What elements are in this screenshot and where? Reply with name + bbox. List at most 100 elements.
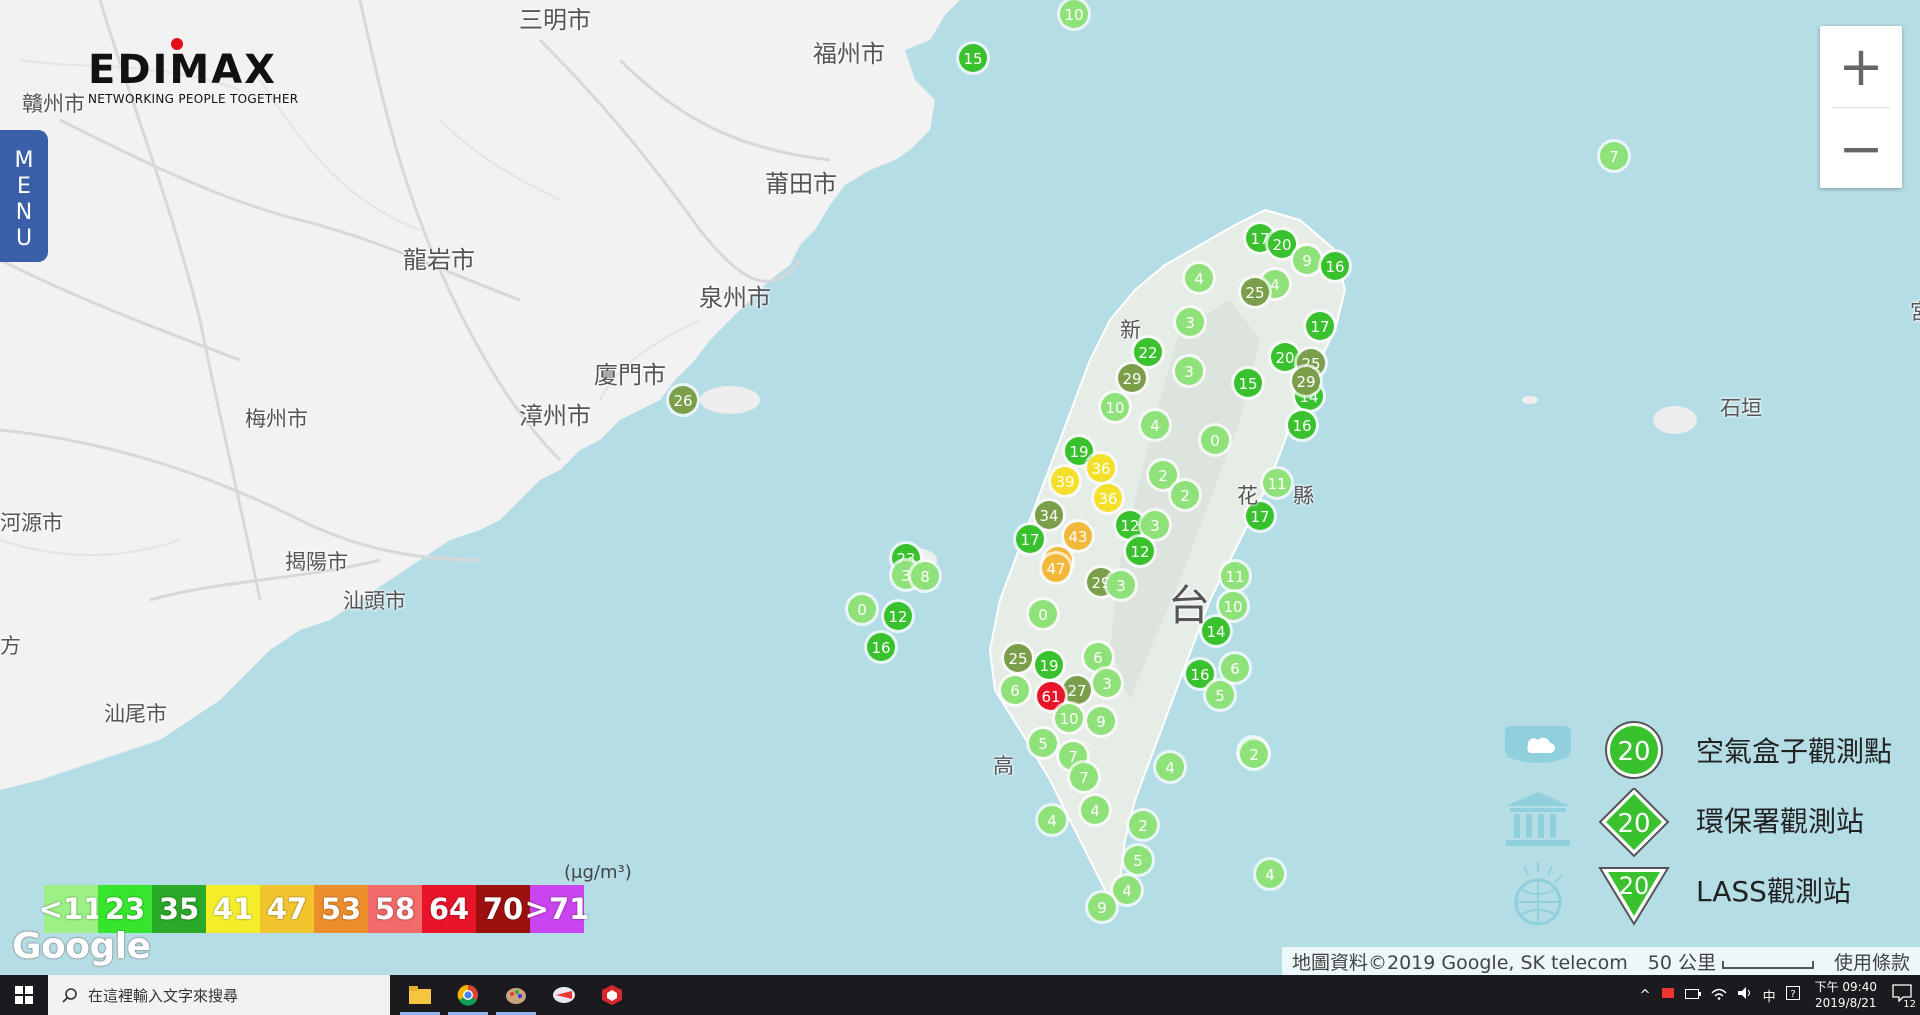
chrome-app[interactable] [444,975,492,1015]
pm25-marker[interactable]: 4 [1078,793,1112,827]
pm25-marker-value: 9 [1096,713,1106,731]
city-label: 三明市 [519,6,591,34]
pm25-marker[interactable]: 11 [1260,466,1294,500]
pm25-marker[interactable]: 36 [1084,451,1118,485]
pm25-marker[interactable]: 16 [864,630,898,664]
pm25-marker[interactable]: 7 [1597,139,1631,173]
pm25-marker[interactable]: 9 [1084,704,1118,738]
pm25-marker[interactable]: 4 [1253,857,1287,891]
pm25-marker[interactable]: 2 [1126,808,1160,842]
pm25-marker[interactable]: 16 [1285,408,1319,442]
paint-app[interactable] [492,975,540,1015]
pm25-marker-value: 20 [1272,236,1291,254]
pm25-marker-value: 4 [1194,270,1204,288]
terms-link[interactable]: 使用條款 [1824,948,1920,975]
pm25-marker[interactable]: 3 [1172,354,1206,388]
google-logo: Google [12,926,151,967]
snipping-app[interactable] [540,975,588,1015]
windows-icon [15,986,33,1004]
city-label: 揭陽市 [285,550,348,574]
pm25-marker-value: 34 [1039,507,1058,525]
zoom-out-button[interactable]: − [1820,108,1902,189]
pm25-marker[interactable]: 26 [666,383,700,417]
pm25-marker[interactable]: 2 [1237,737,1271,771]
pm25-marker[interactable]: 15 [1231,366,1265,400]
menu-button[interactable]: M E N U [0,130,48,262]
pm25-marker-value: 20 [1275,349,1294,367]
pm25-marker-value: 6 [1093,649,1103,667]
pm25-marker[interactable]: 4 [1138,408,1172,442]
pm25-marker[interactable]: 10 [1052,701,1086,735]
pm25-marker[interactable]: 5 [1203,678,1237,712]
pm25-marker[interactable]: 6 [998,673,1032,707]
pm25-marker[interactable]: 36 [1091,481,1125,515]
ime-indicator[interactable]: 中 [1763,986,1776,1005]
pm25-marker[interactable]: 47 [1039,551,1073,585]
map-data-credit[interactable]: 地圖資料©2019 Google, SK telecom [1282,948,1638,975]
battery-icon[interactable] [1684,988,1701,1003]
wifi-icon[interactable] [1711,986,1727,1004]
pm25-marker-value: 4 [1265,866,1275,884]
pm25-marker[interactable]: 5 [1121,843,1155,877]
pm25-marker[interactable]: 0 [845,592,879,626]
pm25-marker[interactable]: 10 [1057,0,1091,31]
pm25-marker[interactable]: 4 [1182,261,1216,295]
notification-center-button[interactable]: 12 [1892,984,1916,1010]
pm25-marker[interactable]: 19 [1032,648,1066,682]
pm25-marker-value: 12 [1130,543,1149,561]
taskbar-search[interactable]: 在這裡輸入文字來搜尋 [48,975,390,1015]
pm25-marker[interactable]: 29 [1289,364,1323,398]
pm25-marker[interactable]: 0 [1198,423,1232,457]
legend-label-epa: 環保署觀測站 [1696,805,1865,838]
pm25-marker[interactable]: 4 [1035,803,1069,837]
pm25-marker[interactable]: 11 [1218,559,1252,593]
pm25-marker[interactable]: 39 [1048,464,1082,498]
notification-count: 12 [1903,999,1916,1010]
city-label: 汕頭市 [343,589,406,613]
pm25-marker[interactable]: 0 [1026,597,1060,631]
pm25-marker[interactable]: 3 [1173,305,1207,339]
pm25-marker[interactable]: 3 [1090,666,1124,700]
pm25-marker[interactable]: 5 [1026,726,1060,760]
volume-icon[interactable] [1737,986,1753,1004]
city-label: 廈門市 [594,361,666,389]
pm25-marker[interactable]: 9 [1085,890,1119,924]
pm25-marker[interactable]: 25 [1238,275,1272,309]
pm25-marker[interactable]: 3 [1104,568,1138,602]
security-icon[interactable] [1661,986,1675,1004]
palette-icon [506,988,526,1004]
pm25-marker[interactable]: 12 [881,599,915,633]
search-placeholder: 在這裡輸入文字來搜尋 [88,986,239,1005]
map-scale[interactable]: 50 公里 [1638,948,1824,975]
pm25-marker-value: 4 [1122,882,1132,900]
logo-red-dot [171,38,183,50]
pm25-marker[interactable]: 15 [956,41,990,75]
zoom-in-button[interactable]: + [1820,26,1902,107]
pm25-marker[interactable]: 8 [908,559,942,593]
pm25-marker[interactable]: 2 [1168,478,1202,512]
pm25-marker[interactable]: 9 [1290,243,1324,277]
pm25-marker[interactable]: 12 [1123,534,1157,568]
scale-bin: 47 [260,885,314,933]
ime-mode-icon[interactable]: ? [1785,986,1800,1004]
legend-label-lass: LASS觀測站 [1696,875,1851,908]
clock-time: 下午 09:40 [1814,980,1877,994]
map-legend: 20 空氣盒子觀測點 20 環保署觀測站 20 LASS觀測站 [1500,718,1920,928]
pm25-marker[interactable]: 4 [1153,750,1187,784]
scale-bin: 58 [368,885,422,933]
pm25-marker[interactable]: 16 [1318,249,1352,283]
pm25-marker-value: 16 [1190,666,1209,684]
legend-label-airbox: 空氣盒子觀測點 [1696,735,1893,768]
clock[interactable]: 下午 09:40 2019/8/21 [1815,979,1877,1011]
start-button[interactable] [0,975,48,1015]
chevron-up-icon[interactable]: ^ [1640,988,1651,1003]
file-explorer-app[interactable] [396,975,444,1015]
sketchup-app[interactable] [588,975,636,1015]
pm25-marker[interactable]: 10 [1098,390,1132,424]
pm25-marker[interactable]: 25 [1001,641,1035,675]
pm25-marker[interactable]: 17 [1303,309,1337,343]
pm25-marker[interactable]: 7 [1067,760,1101,794]
city-label: 汕尾市 [104,702,167,726]
pm25-marker-value: 2 [1138,817,1148,835]
pm25-marker[interactable]: 17 [1013,522,1047,556]
